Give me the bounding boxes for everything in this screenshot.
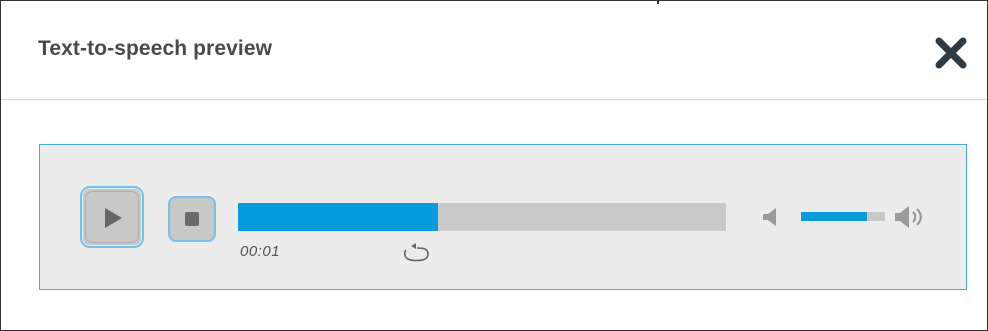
close-x-icon (935, 37, 967, 69)
stop-icon (185, 212, 199, 226)
progress-bar[interactable] (238, 203, 726, 231)
repeat-button[interactable] (398, 242, 434, 264)
volume-low-button[interactable] (760, 206, 784, 228)
elapsed-time: 00:01 (240, 243, 281, 260)
progress-fill (238, 203, 439, 231)
window-edge-mark (657, 0, 659, 4)
volume-level (801, 212, 868, 221)
tts-preview-dialog: Text-to-speech preview 00:01 (0, 0, 988, 331)
stop-button[interactable] (168, 196, 216, 242)
play-button[interactable] (80, 186, 144, 248)
volume-high-icon (895, 206, 922, 228)
dialog-title: Text-to-speech preview (38, 37, 273, 60)
repeat-icon (403, 243, 429, 262)
volume-low-icon (763, 208, 776, 226)
audio-player: 00:01 (39, 144, 967, 290)
volume-slider[interactable] (801, 212, 885, 221)
play-icon (105, 208, 122, 228)
volume-high-button[interactable] (892, 204, 932, 230)
close-button[interactable] (933, 35, 969, 71)
dialog-header: Text-to-speech preview (1, 1, 987, 100)
